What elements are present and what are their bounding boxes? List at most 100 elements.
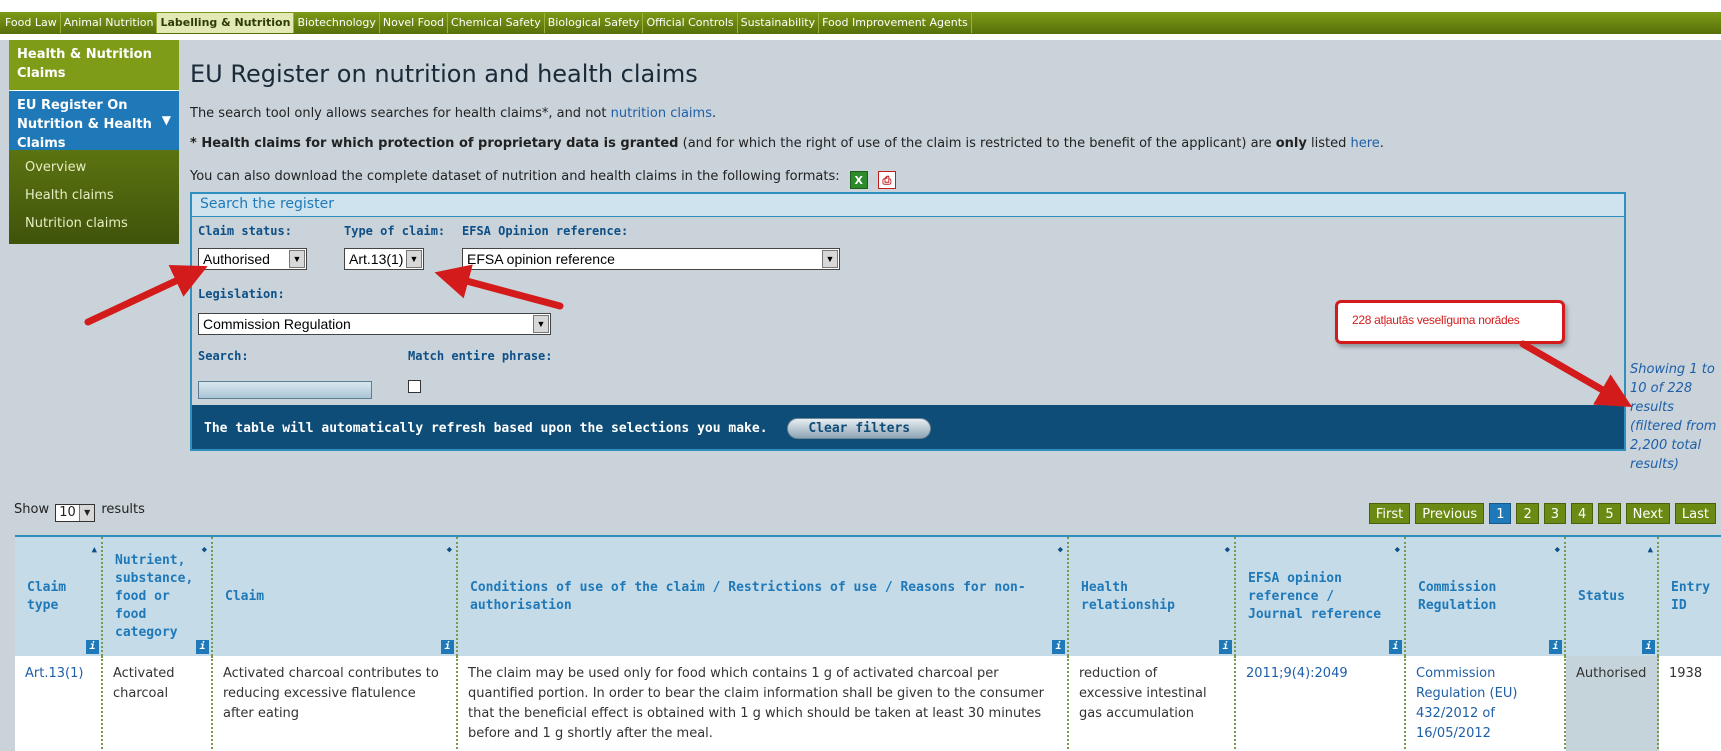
annotation-callout: 228 atļautās veselīguma norādes [1335, 300, 1565, 344]
search-panel-title: Search the register [192, 194, 1624, 217]
sort-asc-icon: ▲ [91, 545, 97, 555]
column-header-label: Health relationship [1081, 579, 1175, 613]
info-icon[interactable]: i [86, 640, 99, 654]
nav-item-labelling-nutrition[interactable]: Labelling & Nutrition [157, 13, 295, 33]
cell-claim-type[interactable]: Art.13(1) [15, 656, 103, 751]
top-navigation: Food Law Animal Nutrition Labelling & Nu… [0, 0, 1721, 40]
claim-status-select[interactable]: Authorised ▼ [198, 248, 307, 270]
search-label: Search: [198, 349, 249, 363]
column-header-label: Entry ID [1671, 579, 1711, 613]
note-tail-text: listed [1306, 136, 1351, 151]
info-icon[interactable]: i [441, 640, 454, 654]
intro-text-end: . [711, 106, 717, 121]
page-2-button[interactable]: 2 [1516, 503, 1539, 524]
info-icon[interactable]: i [196, 640, 209, 654]
show-suffix: results [101, 502, 145, 517]
clear-filters-button[interactable]: Clear filters [787, 418, 932, 439]
intro-text: The search tool only allows searches for… [190, 106, 716, 121]
intro-text-start: The search tool only allows searches for… [190, 106, 611, 121]
nav-item-food-improvement-agents[interactable]: Food Improvement Agents [819, 13, 972, 33]
dropdown-arrow-icon: ▼ [406, 250, 422, 268]
column-header-entry-id[interactable]: Entry ID [1659, 537, 1721, 656]
sort-icon: ◆ [1057, 545, 1063, 555]
legislation-label: Legislation: [198, 287, 285, 301]
match-phrase-label: Match entire phrase: [408, 349, 553, 363]
sidebar: Health & Nutrition Claims EU Register On… [9, 40, 179, 244]
sidebar-header[interactable]: Health & Nutrition Claims [9, 40, 179, 90]
column-header-nutrient[interactable]: Nutrient, substance, food or food catego… [103, 537, 213, 656]
column-header-claim[interactable]: Claim ◆ i [213, 537, 458, 656]
caret-down-icon: ▼ [161, 113, 171, 127]
next-page-button[interactable]: Next [1625, 503, 1670, 524]
search-input[interactable] [198, 381, 372, 399]
dropdown-arrow-icon: ▼ [822, 250, 838, 268]
pagination: First Previous 1 2 3 4 5 Next Last [1368, 503, 1716, 524]
column-header-conditions[interactable]: Conditions of use of the claim / Restric… [458, 537, 1069, 656]
sidebar-item-eu-register[interactable]: EU Register On Nutrition & Health Claims… [9, 90, 179, 151]
info-icon[interactable]: i [1642, 640, 1655, 654]
column-header-label: Commission Regulation [1418, 579, 1497, 613]
nav-item-chemical-safety[interactable]: Chemical Safety [448, 13, 545, 33]
cell-health-relationship: reduction of excessive intestinal gas ac… [1069, 656, 1236, 751]
sidebar-item-health-claims[interactable]: Health claims [9, 182, 179, 210]
cell-conditions: The claim may be used only for food whic… [458, 656, 1069, 751]
sidebar-item-overview[interactable]: Overview [9, 154, 179, 182]
nav-item-sustainability[interactable]: Sustainability [738, 13, 820, 33]
proprietary-note: * Health claims for which protection of … [190, 136, 1384, 151]
column-header-label: EFSA opinion reference / Journal referen… [1248, 570, 1382, 622]
nav-item-novel-food[interactable]: Novel Food [380, 13, 449, 33]
previous-page-button[interactable]: Previous [1415, 503, 1485, 524]
cell-efsa-reference[interactable]: 2011;9(4):2049 [1236, 656, 1406, 751]
last-page-button[interactable]: Last [1674, 503, 1716, 524]
download-text: You can also download the complete datas… [190, 169, 896, 189]
column-header-label: Conditions of use of the claim / Restric… [470, 579, 1026, 613]
table-header: Claim type ▲ i Nutrient, substance, food… [15, 537, 1721, 656]
table-row: Art.13(1) Activated charcoal Activated c… [15, 656, 1721, 751]
cell-regulation[interactable]: Commission Regulation (EU) 432/2012 of 1… [1406, 656, 1566, 751]
efsa-reference-label: EFSA Opinion reference: [462, 224, 629, 238]
match-phrase-checkbox[interactable] [408, 380, 421, 393]
cell-entry-id: 1938 [1669, 666, 1703, 681]
type-of-claim-select[interactable]: Art.13(1) ▼ [344, 248, 424, 270]
info-icon[interactable]: i [1219, 640, 1232, 654]
excel-icon[interactable]: X [849, 171, 868, 189]
page-4-button[interactable]: 4 [1571, 503, 1594, 524]
info-icon[interactable]: i [1549, 640, 1562, 654]
dropdown-arrow-icon: ▼ [289, 250, 305, 268]
show-label: Show [14, 502, 50, 517]
column-header-health-relationship[interactable]: Health relationship ◆ i [1069, 537, 1236, 656]
nav-item-biotechnology[interactable]: Biotechnology [294, 13, 380, 33]
efsa-reference-select[interactable]: EFSA opinion reference ▼ [462, 248, 840, 270]
sidebar-submenu: Overview Health claims Nutrition claims [9, 150, 179, 244]
nav-item-biological-safety[interactable]: Biological Safety [545, 13, 644, 33]
nav-item-official-controls[interactable]: Official Controls [643, 13, 738, 33]
page-3-button[interactable]: 3 [1543, 503, 1567, 524]
first-page-button[interactable]: First [1368, 503, 1411, 524]
pdf-icon[interactable]: ⎙ [877, 171, 896, 189]
column-header-efsa-reference[interactable]: EFSA opinion reference / Journal referen… [1236, 537, 1406, 656]
sidebar-item-nutrition-claims[interactable]: Nutrition claims [9, 210, 179, 238]
page-5-button[interactable]: 5 [1598, 503, 1621, 524]
note-star: * [190, 136, 202, 151]
nav-item-animal-nutrition[interactable]: Animal Nutrition [61, 13, 158, 33]
column-header-status[interactable]: Status ▲ i [1566, 537, 1659, 656]
type-of-claim-label: Type of claim: [344, 224, 446, 238]
column-header-claim-type[interactable]: Claim type ▲ i [15, 537, 103, 656]
page-1-button[interactable]: 1 [1489, 503, 1512, 524]
dropdown-arrow-icon: ▼ [79, 505, 95, 521]
nav-item-food-law[interactable]: Food Law [2, 13, 61, 33]
download-label: You can also download the complete datas… [190, 169, 840, 184]
info-icon[interactable]: i [1052, 640, 1065, 654]
type-of-claim-value: Art.13(1) [349, 251, 404, 267]
refresh-info-bar: The table will automatically refresh bas… [192, 405, 1624, 449]
info-icon[interactable]: i [1389, 640, 1402, 654]
sidebar-item-label: EU Register On Nutrition & Health Claims [17, 98, 152, 151]
sort-icon: ◆ [1554, 545, 1560, 555]
note-bold-text: Health claims for which protection of pr… [201, 136, 679, 151]
page-size-value: 10 [59, 505, 76, 520]
page-size-select[interactable]: 10 ▼ [55, 504, 96, 522]
here-link[interactable]: here [1350, 136, 1379, 151]
column-header-regulation[interactable]: Commission Regulation ◆ i [1406, 537, 1566, 656]
legislation-select[interactable]: Commission Regulation ▼ [198, 313, 551, 335]
nutrition-claims-link[interactable]: nutrition claims [611, 106, 712, 121]
